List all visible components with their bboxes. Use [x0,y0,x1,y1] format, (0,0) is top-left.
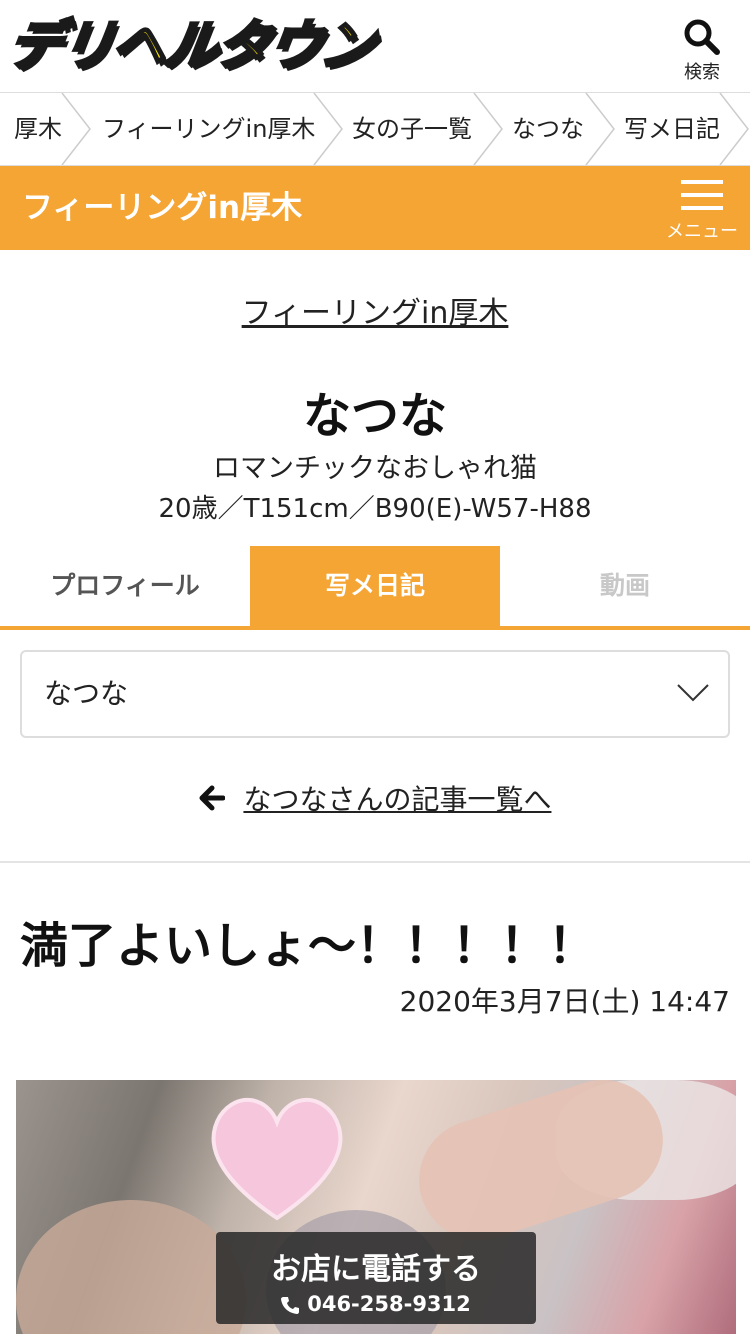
site-logo-text: デリヘルタウン [3,13,378,79]
breadcrumb-item-diary[interactable]: 写メ日記 [624,93,720,165]
chevron-down-icon [677,684,709,702]
arrow-left-icon [199,785,225,811]
breadcrumb-item-shop[interactable]: フィーリングin厚木 [102,93,315,165]
breadcrumb-separator-icon [585,93,615,165]
post-title: 満了よいしょ〜！！！！！ [20,918,597,974]
girl-name: なつな [302,388,447,444]
breadcrumb-separator-icon [473,93,503,165]
call-shop-tel: 046-258-9312 [216,1292,536,1316]
hamburger-icon [660,180,744,210]
search-label: 検索 [684,62,720,83]
tab-diary[interactable]: 写メ日記 [250,546,500,626]
breadcrumb-item-area[interactable]: 厚木 [14,93,62,165]
menu-label: メニュー [666,221,738,242]
breadcrumb-separator-icon [719,93,749,165]
shop-bar: フィーリングin厚木 メニュー [0,166,750,250]
site-logo[interactable]: デリヘルタウン [3,10,418,82]
menu-button[interactable]: メニュー [660,180,744,244]
tab-profile[interactable]: プロフィール [0,546,250,626]
divider [0,861,750,863]
back-link-label: なつなさんの記事一覧へ [243,783,552,816]
site-header: デリヘルタウン 検索 [0,0,750,92]
call-shop-button[interactable]: お店に電話する 046-258-9312 [216,1232,536,1324]
call-shop-label: お店に電話する [271,1252,481,1287]
shop-bar-title[interactable]: フィーリングin厚木 [22,166,302,250]
girl-spec: 20歳／T151cm／B90(E)-W57-H88 [158,494,592,524]
post-date: 2020年3月7日(土) 14:47 [399,985,730,1018]
girl-catchphrase: ロマンチックなおしゃれ猫 [213,453,537,484]
girl-select-value: なつな [44,677,129,710]
search-icon [684,19,720,55]
tab-movie: 動画 [500,546,750,626]
heart-sticker-icon [211,1097,343,1221]
phone-icon [281,1297,300,1314]
breadcrumb-separator-icon [313,93,343,165]
breadcrumb-item-girl[interactable]: なつな [512,93,584,165]
back-to-articles-link[interactable]: なつなさんの記事一覧へ [0,778,750,818]
girl-select[interactable]: なつな [20,650,730,738]
breadcrumb-separator-icon [61,93,91,165]
breadcrumb-item-girls[interactable]: 女の子一覧 [352,93,472,165]
shop-link[interactable]: フィーリングin厚木 [0,288,750,332]
profile-tabs: プロフィール 写メ日記 動画 [0,546,750,630]
tel-number: 046-258-9312 [307,1292,471,1316]
breadcrumb: 厚木 フィーリングin厚木 女の子一覧 なつな 写メ日記 [0,92,750,166]
search-button[interactable]: 検索 [676,18,728,86]
